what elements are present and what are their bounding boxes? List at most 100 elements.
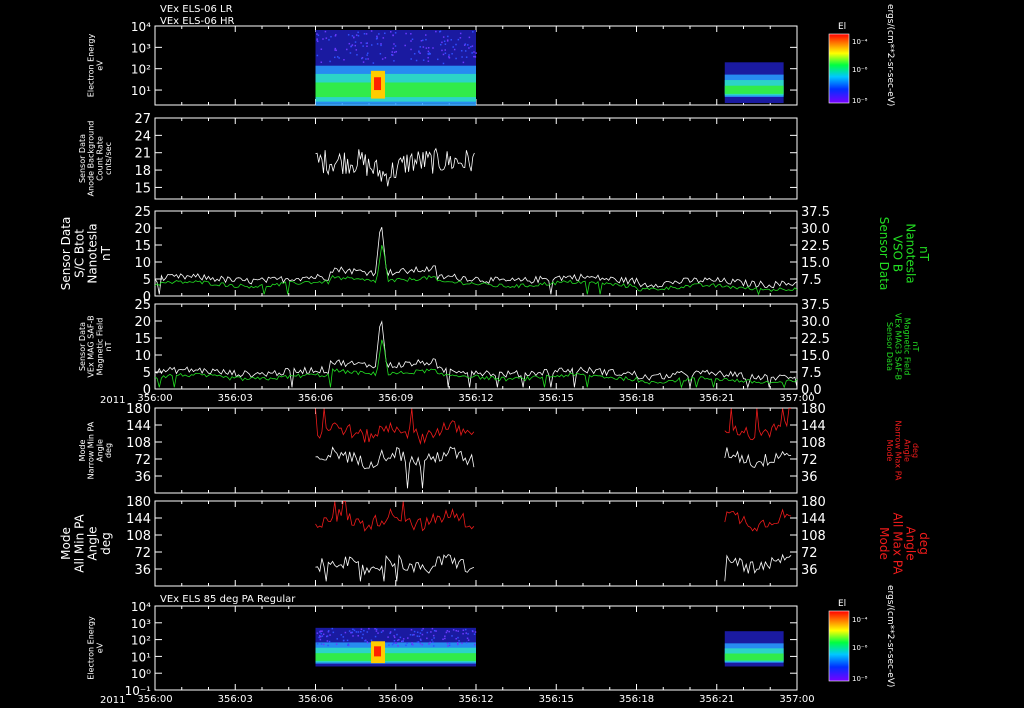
colorbar-bottom-units: ergs/(cm**2-sr-sec-eV) — [885, 585, 895, 687]
y-tick-label: 25 — [134, 205, 151, 220]
spectrogram-speck — [405, 32, 407, 35]
spectrogram-speck — [472, 31, 474, 33]
spectrogram-speck — [361, 637, 363, 639]
spectrogram-speck — [433, 637, 435, 639]
spectrogram-speck — [422, 59, 425, 61]
spectrogram-speck — [348, 630, 351, 632]
y-axis-label-right-line: VEx MAG3 SAF-B — [894, 313, 903, 380]
y-tick-label: 24 — [134, 129, 151, 144]
y-axis-label-line: VEx MAG SAF-B — [87, 315, 96, 377]
y-axis-label-right-line: Nanotesla — [904, 223, 918, 283]
spectrogram-speck — [367, 58, 369, 60]
time-tick-label: 356:21 — [699, 393, 734, 404]
y-axis-label-right-line: Mode — [877, 527, 891, 560]
spectrogram-speck — [338, 57, 340, 59]
spectrogram-speck — [442, 53, 445, 56]
spectrogram-speck — [352, 628, 354, 631]
time-tick-label: 356:18 — [619, 694, 654, 705]
spectrogram-speck — [410, 48, 412, 51]
spectrogram-speck — [387, 636, 389, 638]
spectrogram-speck — [393, 51, 396, 54]
y-tick-label: 36 — [134, 470, 151, 485]
spectrogram-speck — [418, 635, 421, 638]
year-label-mid: 2011 — [100, 395, 125, 406]
time-tick-label: 356:12 — [458, 694, 493, 705]
y-axis-label-line: Nanotesla — [86, 223, 100, 283]
time-tick-label: 356:03 — [218, 694, 253, 705]
spectrogram-speck — [432, 641, 434, 644]
y-tick-label-right: 144 — [801, 512, 826, 527]
spectrogram-speck — [326, 640, 329, 642]
colorbar-top-label: El — [838, 22, 846, 32]
spectrogram-speck — [419, 52, 421, 55]
spectrogram-speck — [411, 634, 414, 636]
spectrogram-speck — [319, 630, 322, 632]
spectrogram-speck — [428, 643, 430, 645]
spectrogram-speck — [413, 52, 416, 55]
colorbar-top-tick-1: 10⁻⁶ — [852, 66, 868, 74]
colorbar-top-units: ergs/(cm**2-sr-sec-eV) — [885, 4, 895, 106]
spectrogram-speck — [330, 35, 332, 38]
spectrogram-speck — [351, 631, 354, 634]
spectrogram-speck — [376, 43, 379, 45]
y-tick-label-right: 30.0 — [801, 222, 830, 237]
spectrogram-speck — [336, 56, 339, 58]
spectrogram-speck — [447, 645, 449, 647]
spectrogram-speck — [465, 56, 468, 58]
spectrogram-speck — [452, 629, 455, 631]
y-axis-label-line: Anode Background — [87, 121, 96, 197]
spectrogram-speck — [346, 639, 349, 642]
y-axis-label-right-line: nT — [911, 342, 920, 352]
y-tick-label: 20 — [134, 222, 151, 237]
spectrogram-speck — [455, 637, 457, 640]
y-tick-label-right: 7.5 — [801, 273, 822, 288]
spectrogram-speck — [457, 630, 459, 632]
time-tick-label: 356:15 — [539, 393, 574, 404]
spectrogram-speck — [406, 642, 408, 644]
spectrogram-speck — [365, 33, 368, 35]
spectrogram-speck — [340, 634, 343, 636]
spectrogram-speck — [459, 32, 462, 35]
y-tick-label-right: 37.5 — [801, 205, 830, 220]
spectrogram-speck — [325, 37, 328, 39]
spectrogram-speck — [422, 46, 425, 48]
y-tick-label: 5 — [143, 273, 151, 288]
spectrogram-speck — [397, 645, 399, 647]
y-axis-label-line: Electron Energy — [87, 616, 96, 680]
spectrogram-speck — [393, 60, 395, 62]
spectrogram-speck — [444, 52, 447, 55]
spectrogram-speck — [368, 627, 370, 630]
spectrogram-speck — [376, 35, 378, 38]
y-tick-label-right: 30.0 — [801, 315, 830, 330]
spectrogram-speck — [365, 42, 368, 45]
spectrogram-speck — [411, 642, 413, 644]
spectrogram-speck — [455, 43, 457, 46]
spectrogram-speck — [457, 636, 459, 639]
spectrogram-speck — [332, 631, 335, 634]
spectrogram-speck — [412, 643, 414, 646]
spectrogram-speck — [348, 42, 351, 45]
y-tick-label-right: 72 — [801, 546, 818, 561]
time-tick-label: 356:15 — [539, 694, 574, 705]
y-tick-label-right: 37.5 — [801, 298, 830, 313]
spectrogram-speck — [462, 629, 465, 632]
spectrogram-speck — [336, 638, 338, 640]
spectrogram-speck — [355, 49, 358, 51]
spectrogram-speck — [474, 631, 477, 633]
time-tick-label: 356:03 — [218, 393, 253, 404]
spectrogram-speck — [394, 642, 397, 644]
spectrogram-speck — [422, 627, 424, 630]
spectrogram-speck — [354, 44, 357, 47]
colorbar-top-tick-2: 10⁻⁸ — [852, 97, 868, 105]
spectrogram-speck — [416, 641, 419, 644]
spectrogram-speck — [475, 52, 477, 54]
spectrogram-speck — [356, 54, 358, 56]
spectrogram-speck — [439, 30, 442, 33]
y-tick-label-right: 0.0 — [801, 383, 822, 398]
spectrogram-speck — [430, 631, 432, 633]
spectrogram-speck — [439, 43, 442, 46]
spectrogram-speck — [328, 640, 331, 643]
spectrogram-speck — [404, 44, 406, 47]
spectrogram-speck — [458, 640, 460, 642]
y-axis-label-right-line: deg — [917, 532, 931, 555]
